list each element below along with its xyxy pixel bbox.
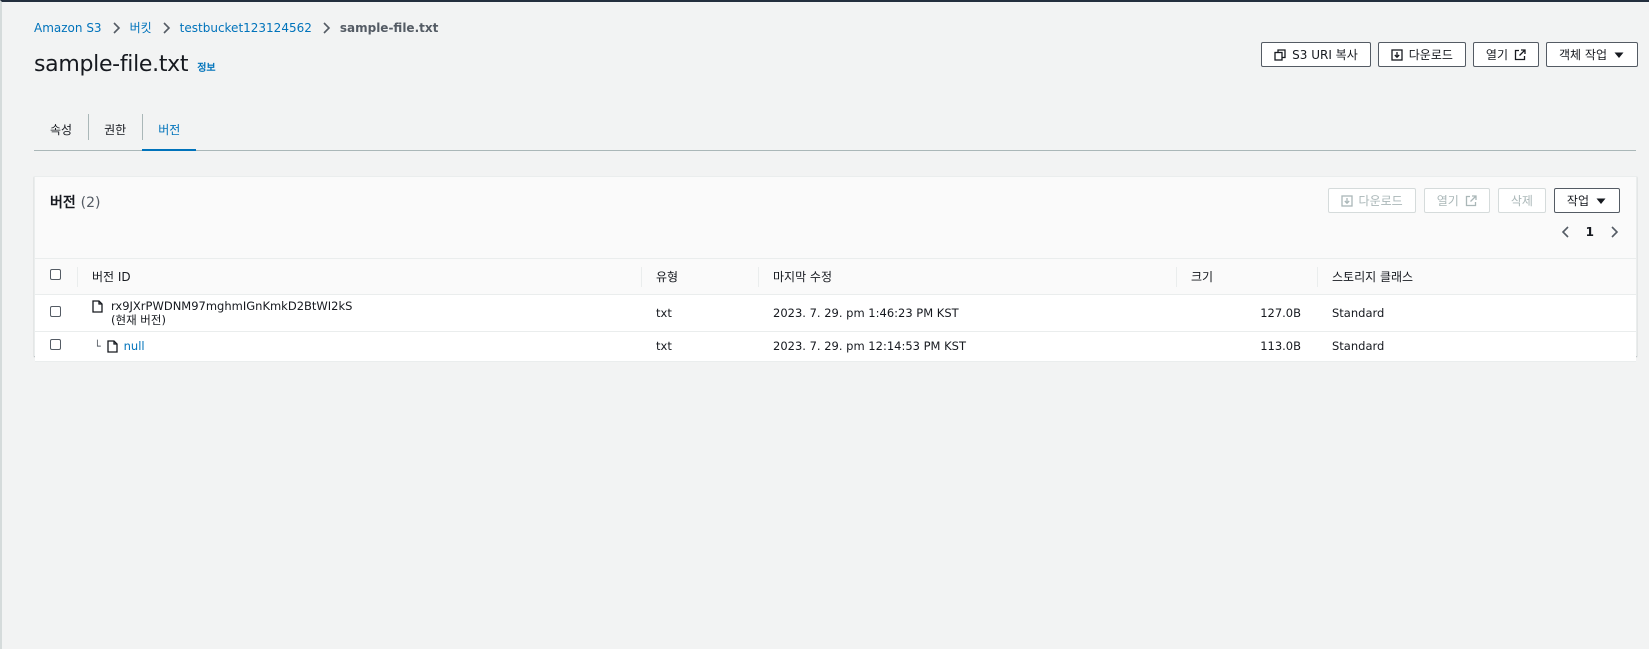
- select-all-checkbox[interactable]: [50, 269, 61, 281]
- external-link-icon: [1514, 48, 1526, 60]
- file-icon: [92, 299, 103, 313]
- tab-permissions[interactable]: 권한: [88, 108, 142, 150]
- version-id-link[interactable]: null: [124, 339, 145, 353]
- type-cell: txt: [641, 294, 758, 332]
- row-checkbox[interactable]: [50, 339, 61, 350]
- last-modified-cell: 2023. 7. 29. pm 12:14:53 PM KST: [758, 331, 1176, 362]
- chevron-right-icon: [111, 21, 121, 34]
- last-modified-cell: 2023. 7. 29. pm 1:46:23 PM KST: [758, 294, 1176, 332]
- column-type-label: 유형: [656, 269, 679, 284]
- version-id-text: rx9JXrPWDNM97mghmIGnKmkD2BtWI2kS: [111, 298, 353, 313]
- breadcrumb-amazon-s3[interactable]: Amazon S3: [34, 21, 102, 35]
- caret-down-icon: [1596, 198, 1606, 204]
- breadcrumb: Amazon S3 버킷 testbucket123124562 sample-…: [34, 19, 438, 36]
- breadcrumb-buckets[interactable]: 버킷: [130, 19, 152, 36]
- open-label: 열기: [1485, 48, 1509, 62]
- version-id-cell: └ null: [77, 331, 641, 362]
- versions-actions: 다운로드 열기 삭제 작업: [1327, 188, 1620, 213]
- open-button[interactable]: 열기: [1472, 42, 1540, 67]
- versions-count: (2): [80, 195, 101, 211]
- caret-down-icon: [1614, 52, 1624, 58]
- table-row: └ null txt 2023. 7. 29. pm 12:14:53 PM K…: [35, 331, 1636, 362]
- storage-class-cell: Standard: [1317, 331, 1636, 362]
- version-actions-label: 작업: [1566, 194, 1589, 208]
- version-open-button[interactable]: 열기: [1423, 188, 1490, 213]
- tab-list: 속성 권한 버전: [34, 108, 1636, 151]
- breadcrumb-current: sample-file.txt: [339, 20, 439, 35]
- object-actions-label: 객체 작업: [1559, 48, 1607, 62]
- current-page-number[interactable]: 1: [1586, 225, 1594, 239]
- versions-panel: 버전 (2) 다운로드 열기 삭제 작업 1 버전 ID 유형 마지막 수정 크…: [34, 176, 1637, 362]
- pagination: 1: [1560, 225, 1620, 239]
- versions-panel-title: 버전 (2): [50, 192, 100, 212]
- header-actions: S3 URI 복사 다운로드 열기 객체 작업: [1261, 42, 1638, 67]
- version-download-button[interactable]: 다운로드: [1327, 188, 1416, 213]
- type-cell: txt: [641, 331, 758, 362]
- version-id-cell: rx9JXrPWDNM97mghmIGnKmkD2BtWI2kS (현재 버전): [77, 294, 641, 332]
- select-all-header: [35, 259, 77, 295]
- column-last-modified-label: 마지막 수정: [773, 269, 833, 284]
- row-select-cell: [35, 294, 77, 332]
- file-icon: [106, 340, 118, 353]
- version-delete-label: 삭제: [1510, 194, 1533, 208]
- breadcrumb-bucket[interactable]: testbucket123124562: [180, 21, 312, 35]
- copy-s3-uri-label: S3 URI 복사: [1292, 48, 1358, 62]
- download-icon: [1391, 48, 1403, 61]
- column-storage-class-label: 스토리지 클래스: [1332, 269, 1414, 284]
- copy-s3-uri-button[interactable]: S3 URI 복사: [1261, 42, 1371, 67]
- chevron-right-icon[interactable]: [1608, 226, 1620, 238]
- download-icon: [1340, 194, 1353, 207]
- column-version-id[interactable]: 버전 ID: [77, 259, 641, 295]
- tab-properties[interactable]: 속성: [34, 108, 88, 150]
- object-actions-dropdown[interactable]: 객체 작업: [1546, 42, 1638, 67]
- download-button[interactable]: 다운로드: [1377, 42, 1466, 67]
- version-actions-dropdown[interactable]: 작업: [1553, 188, 1620, 213]
- tree-branch-icon: └: [94, 339, 101, 353]
- page-title: sample-file.txt: [34, 52, 189, 77]
- versions-panel-header: 버전 (2) 다운로드 열기 삭제 작업 1: [35, 177, 1636, 259]
- current-version-tag: (현재 버전): [111, 312, 166, 327]
- column-version-id-label: 버전 ID: [92, 269, 131, 284]
- column-last-modified[interactable]: 마지막 수정: [758, 259, 1176, 295]
- version-download-label: 다운로드: [1358, 194, 1403, 208]
- size-cell: 127.0B: [1176, 294, 1317, 332]
- row-select-cell: [35, 331, 77, 362]
- page-header: sample-file.txt 정보: [34, 52, 216, 77]
- column-type[interactable]: 유형: [641, 259, 758, 295]
- chevron-right-icon: [161, 21, 171, 34]
- versions-table: 버전 ID 유형 마지막 수정 크기 스토리지 클래스 rx9JXrPWDNM9…: [35, 259, 1636, 362]
- table-header-row: 버전 ID 유형 마지막 수정 크기 스토리지 클래스: [35, 259, 1636, 295]
- copy-icon: [1274, 48, 1286, 61]
- storage-class-cell: Standard: [1317, 294, 1636, 332]
- chevron-right-icon: [321, 21, 331, 34]
- version-delete-button[interactable]: 삭제: [1497, 188, 1546, 213]
- chevron-left-icon[interactable]: [1560, 226, 1572, 238]
- size-cell: 113.0B: [1176, 331, 1317, 362]
- download-label: 다운로드: [1408, 48, 1453, 62]
- tab-versions[interactable]: 버전: [142, 108, 197, 151]
- version-open-label: 열기: [1436, 194, 1459, 208]
- info-link[interactable]: 정보: [197, 59, 215, 74]
- versions-title-text: 버전: [50, 195, 76, 211]
- column-size[interactable]: 크기: [1176, 259, 1317, 295]
- external-link-icon: [1465, 194, 1477, 206]
- row-checkbox[interactable]: [50, 305, 61, 317]
- column-storage-class[interactable]: 스토리지 클래스: [1317, 259, 1636, 295]
- column-size-label: 크기: [1191, 269, 1214, 284]
- table-row: rx9JXrPWDNM97mghmIGnKmkD2BtWI2kS (현재 버전)…: [35, 294, 1636, 332]
